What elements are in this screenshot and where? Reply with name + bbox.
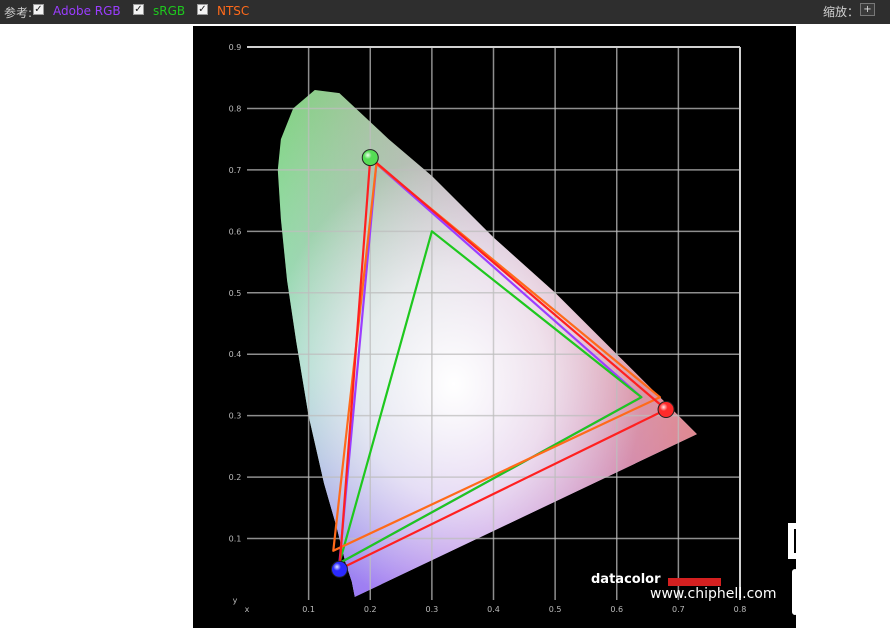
datacolor-brand: datacolor — [591, 572, 661, 587]
srgb-label[interactable]: sRGB — [153, 4, 185, 18]
y-tick-label: 0.1 — [229, 535, 242, 544]
watermark-url: www.chiphell.com — [650, 586, 777, 602]
y-tick-label: 0.2 — [229, 473, 242, 482]
x-tick-label: 0.4 — [487, 605, 500, 614]
y-tick-label: 0.6 — [229, 227, 242, 236]
cie-chart: x 0.1 0.2 0.3 0.4 0.5 0.6 0.7 0.8 y 0.1 0.2 0.3 0.4 0.… — [193, 26, 796, 628]
primary-marker-highlight — [331, 561, 348, 578]
x-tick-label: 0.3 — [426, 605, 439, 614]
ntsc-label[interactable]: NTSC — [217, 4, 249, 18]
ntsc-checkbox[interactable]: ✓ — [197, 4, 208, 15]
y-tick-label: 0.5 — [229, 289, 242, 298]
reference-label: 参考: — [4, 6, 33, 20]
y-tick-label: y — [233, 596, 238, 605]
y-tick-label: 0.9 — [229, 43, 242, 52]
x-tick-label: x — [245, 605, 250, 614]
primary-marker-highlight — [362, 149, 379, 166]
datacolor-brand-bar — [668, 578, 721, 586]
y-tick-label: 0.7 — [229, 166, 242, 175]
y-tick-label: 0.3 — [229, 412, 242, 421]
srgb-checkbox[interactable]: ✓ — [133, 4, 144, 15]
x-tick-label: 0.8 — [734, 605, 747, 614]
adobe-rgb-label[interactable]: Adobe RGB — [53, 4, 121, 18]
cie-chart-svg: x 0.1 0.2 0.3 0.4 0.5 0.6 0.7 0.8 y 0.1 0.2 0.3 0.4 0.… — [193, 26, 796, 628]
x-tick-label: 0.5 — [549, 605, 562, 614]
reference-toolbar: 参考: ✓ Adobe RGB ✓ sRGB ✓ NTSC 缩放： + — [0, 0, 890, 24]
y-tick-label: 0.8 — [229, 104, 242, 113]
x-tick-label: 0.7 — [672, 605, 685, 614]
x-tick-label: 0.2 — [364, 605, 377, 614]
zoom-label: 缩放： — [823, 5, 860, 19]
chiphell-logo — [788, 513, 858, 615]
x-tick-label: 0.1 — [302, 605, 315, 614]
primary-marker-highlight — [658, 401, 675, 418]
x-tick-label: 0.6 — [610, 605, 623, 614]
y-tick-label: 0.4 — [229, 350, 242, 359]
adobe-rgb-checkbox[interactable]: ✓ — [33, 4, 44, 15]
zoom-in-button[interactable]: + — [860, 3, 875, 16]
